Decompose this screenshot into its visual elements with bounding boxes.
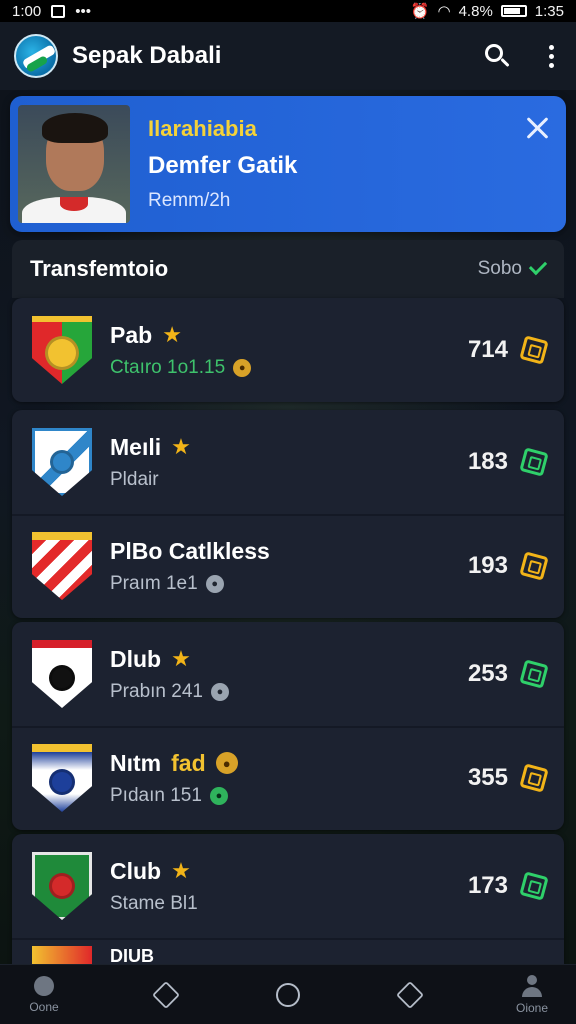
club-name: DIUB <box>110 946 154 964</box>
club-score: 253 <box>467 660 508 687</box>
section-header: Transfemtoio Sobo <box>12 240 564 298</box>
location-icon <box>34 975 54 996</box>
status-bar: 1:00 ••• ⏰ ◠ 4.8% 1:35 <box>0 0 576 22</box>
promo-meta: Remm/2h <box>148 190 231 211</box>
person-icon <box>521 974 543 997</box>
club-name: Meıli <box>110 433 162 460</box>
status-dots: ••• <box>75 2 91 20</box>
more-vert-icon[interactable] <box>549 44 554 68</box>
app-logo[interactable] <box>14 34 58 78</box>
club-sub: Prabın 241 <box>110 680 203 702</box>
app-bar: Sepak Dabali <box>0 22 576 90</box>
club-group: Meıli ★ Pldair 183 PlBo Catlkless Praım … <box>12 410 564 618</box>
club-name: PlBo Catlkless <box>110 537 270 564</box>
app-title: Sepak Dabali <box>72 42 222 69</box>
star-icon: ★ <box>171 434 191 459</box>
club-row[interactable]: DIUB <box>12 938 564 964</box>
gem-icon <box>519 335 549 365</box>
medal-icon: ● <box>210 682 229 701</box>
club-crest-icon <box>32 946 92 964</box>
star-icon: ★ <box>171 646 191 671</box>
player-photo <box>18 105 130 223</box>
club-sub: Pıdaın 151 <box>110 784 202 806</box>
club-name: Pab <box>110 321 153 348</box>
club-crest-icon <box>32 852 92 920</box>
promo-player-name: Demfer Gatik <box>148 152 298 179</box>
gem-icon <box>519 763 549 793</box>
star-icon: ★ <box>171 858 191 883</box>
club-score: 183 <box>467 448 508 475</box>
search-icon[interactable] <box>483 42 511 70</box>
check-icon <box>528 256 548 276</box>
star-icon: ★ <box>162 322 182 347</box>
club-score: 173 <box>467 872 508 899</box>
club-row[interactable]: Nıtm fad ● Pıdaın 151 ● 355 <box>12 726 564 830</box>
image-notification-icon <box>51 4 66 18</box>
club-row[interactable]: Club ★ Stame Bl1 173 <box>12 834 564 938</box>
club-sub: Stame Bl1 <box>110 892 198 914</box>
club-row[interactable]: Pab ★ Ctaıro 1o1.15 ● 714 <box>12 298 564 402</box>
back-icon <box>151 980 181 1009</box>
club-score: 355 <box>467 764 508 791</box>
promo-banner[interactable]: Ilarahiabia Demfer Gatik Remm/2h <box>10 96 566 232</box>
club-row[interactable]: Dlub ★ Prabın 241 ● 253 <box>12 622 564 726</box>
gem-icon <box>519 447 549 477</box>
shield-icon: ● <box>209 786 228 805</box>
nav-home[interactable] <box>260 982 316 1007</box>
nav-recents[interactable] <box>382 980 438 1009</box>
battery-icon <box>500 5 527 17</box>
club-sub: Ctaıro 1o1.15 <box>110 356 226 378</box>
club-row[interactable]: Meıli ★ Pldair 183 <box>12 410 564 514</box>
alarm-icon: ⏰ <box>410 3 430 20</box>
club-name: Dlub <box>110 645 162 672</box>
section-action-label: Sobo <box>477 258 522 279</box>
club-crest-icon <box>32 428 92 496</box>
gem-icon <box>519 871 549 901</box>
nav-label-right: Oione <box>515 1000 549 1015</box>
club-row[interactable]: PlBo Catlkless Praım 1e1 ● 193 <box>12 514 564 618</box>
section-title: Transfemtoio <box>30 256 169 281</box>
nav-item-right[interactable]: Oione <box>504 974 560 1015</box>
medal-icon: ● <box>233 358 252 377</box>
medal-icon: ● <box>215 752 238 774</box>
club-crest-icon <box>32 532 92 600</box>
battery-percent: 4.8% <box>458 2 493 20</box>
club-group: Club ★ Stame Bl1 173 DIUB <box>12 834 564 964</box>
club-score: 714 <box>467 336 508 363</box>
club-name: Club <box>110 857 162 884</box>
status-time: 1:00 <box>12 2 42 20</box>
medal-icon: ● <box>205 574 224 593</box>
home-icon <box>276 982 300 1007</box>
club-crest-icon <box>32 744 92 812</box>
wifi-icon: ◠ <box>437 3 451 20</box>
club-sub: Pldair <box>110 468 159 490</box>
section-action-button[interactable]: Sobo <box>477 256 548 280</box>
club-name: Nıtm <box>110 749 162 776</box>
club-sub: Praım 1e1 <box>110 572 198 594</box>
nav-item-left[interactable]: Oone <box>16 975 72 1014</box>
club-crest-icon <box>32 640 92 708</box>
club-group: Dlub ★ Prabın 241 ● 253 Nıtm fad ● Pıdaı… <box>12 622 564 830</box>
system-nav-bar: Oone Oione <box>0 964 576 1024</box>
recents-icon <box>395 980 425 1009</box>
nav-back[interactable] <box>138 980 194 1009</box>
club-name-extra: fad <box>171 749 206 776</box>
club-group: Pab ★ Ctaıro 1o1.15 ● 714 <box>12 298 564 402</box>
nav-label-left: Oone <box>29 999 59 1014</box>
gem-icon <box>519 551 549 581</box>
promo-kicker: Ilarahiabia <box>148 116 257 141</box>
club-crest-icon <box>32 316 92 384</box>
status-clock: 1:35 <box>534 2 564 20</box>
close-icon[interactable] <box>524 114 552 142</box>
club-score: 193 <box>467 552 508 579</box>
gem-icon <box>519 659 549 689</box>
